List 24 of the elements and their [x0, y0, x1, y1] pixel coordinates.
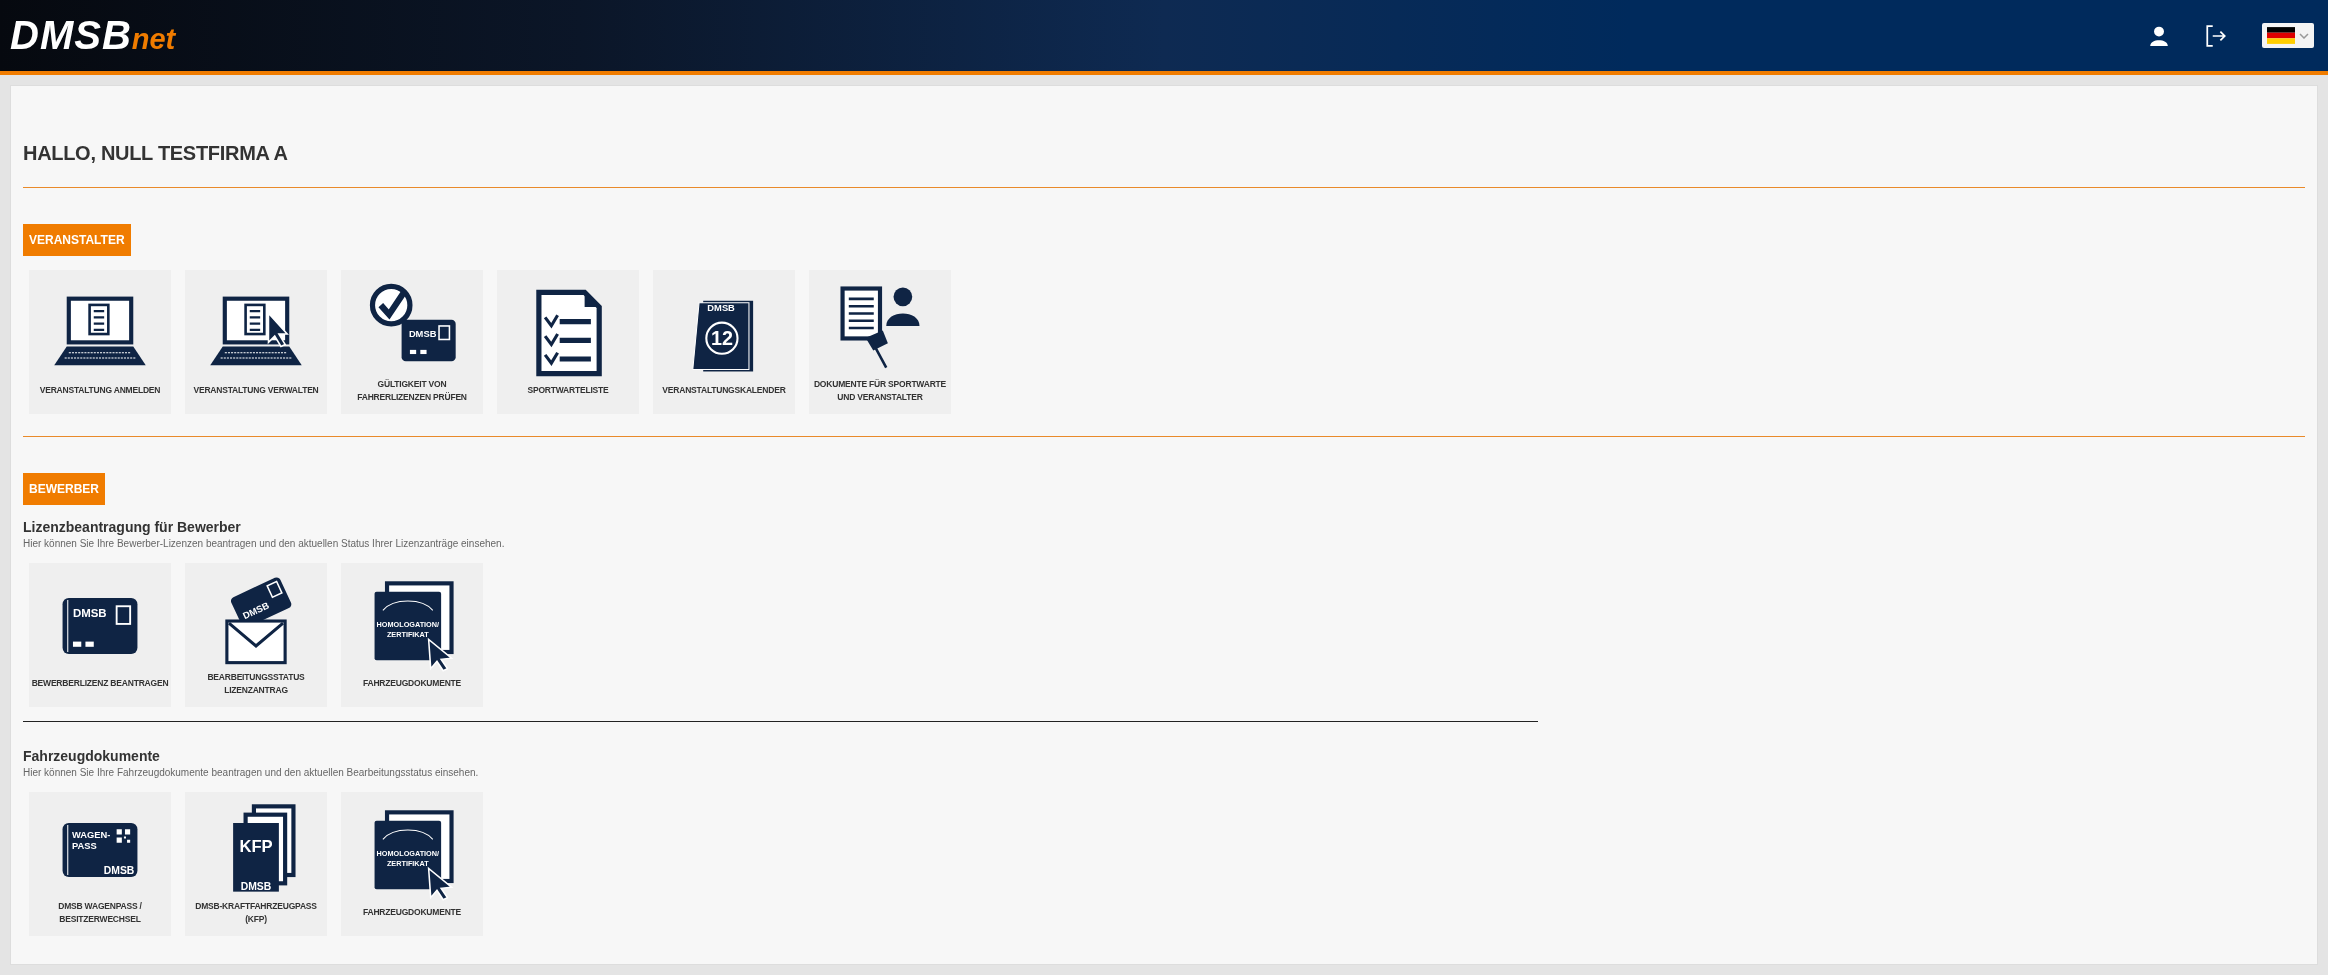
greeting: HALLO, NULL TESTFIRMA A: [23, 142, 289, 165]
tile-link[interactable]: VERANSTALTUNG ANMELDEN: [29, 270, 171, 414]
tile-link[interactable]: DOKUMENTE FÜR SPORTWARTE UND VERANSTALTER: [809, 270, 951, 414]
flag-icon: [2267, 27, 2295, 44]
logo[interactable]: DMSBnet: [10, 13, 176, 58]
group-description: Hier können Sie Ihre Bewerber-Lizenzen beantragen und den aktuellen Status Ihrer Lizenzanträge einsehen.: [23, 538, 506, 549]
logout-icon[interactable]: [2204, 23, 2228, 48]
section-badge: VERANSTALTER: [23, 224, 131, 256]
tile-link[interactable]: DMSB BEWERBERLIZENZ BEANTRAGEN: [29, 563, 171, 707]
section-badge: BEWERBER: [23, 473, 105, 505]
tile-link[interactable]: VERANSTALTUNG VERWALTEN: [185, 270, 327, 414]
tile-link[interactable]: SPORTWARTELISTE: [497, 270, 639, 414]
user-icon[interactable]: [2148, 24, 2170, 47]
group-title: Lizenzbeantragung für Bewerber: [23, 519, 242, 535]
tile-link[interactable]: DMSB 12 VERANSTALTUNGSKALENDER: [653, 270, 795, 414]
tile-link[interactable]: HOMOLOGATION/ ZERTIFIKAT FAHRZEUGDOKUMENTE: [341, 792, 483, 936]
group-description: Hier können Sie Ihre Fahrzeugdokumente beantragen und den aktuellen Bearbeitungsstatus einsehen.: [23, 767, 480, 778]
group-title: Fahrzeugdokumente: [23, 748, 161, 764]
tile-link[interactable]: WAGEN- PASS DMSB DMSB WAGENPASS / BESITZERWECHSEL: [29, 792, 171, 936]
caret-icon: [2299, 32, 2309, 39]
tile-link[interactable]: KFP DMSB DMSB-KRAFTFAHRZEUGPASS (KFP): [185, 792, 327, 936]
tile-link[interactable]: DMSB GÜLTIGKEIT VON FAHRERLIZENZEN PRÜFEN: [341, 270, 483, 414]
language-dropdown[interactable]: [2262, 23, 2314, 48]
tile-link[interactable]: HOMOLOGATION/ ZERTIFIKAT FAHRZEUGDOKUMENTE: [341, 563, 483, 707]
